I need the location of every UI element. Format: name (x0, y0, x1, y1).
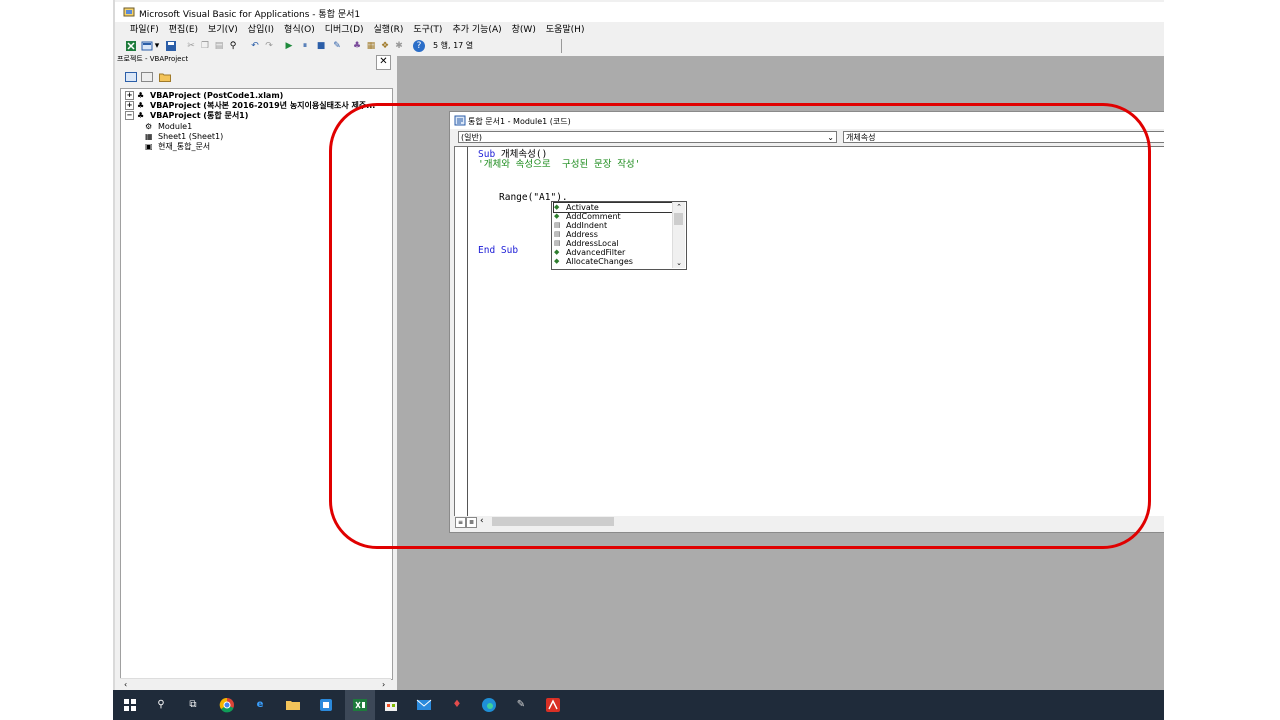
menu-file[interactable]: 파일(F) (125, 22, 164, 38)
desktop-right-area (1164, 0, 1280, 690)
menu-edit[interactable]: 편집(E) (164, 22, 203, 38)
menu-tools[interactable]: 도구(T) (408, 22, 447, 38)
object-browser-icon[interactable]: ❖ (379, 40, 391, 52)
tree-item-copy-project[interactable]: + ♣ VBAProject (복사본 2016-2019년 농지이용실태조사 제주… (125, 101, 375, 111)
search-icon[interactable]: ⚲ (153, 697, 169, 713)
run-icon[interactable]: ▶ (283, 40, 295, 52)
tree-item-label: VBAProject (PostCode1.xlam) (150, 91, 284, 100)
undo-icon[interactable]: ↶ (249, 40, 261, 52)
menu-addins[interactable]: 추가 기능(A) (447, 22, 506, 38)
properties-window-icon[interactable]: ▦ (365, 40, 377, 52)
tree-item-module1[interactable]: ⚙ Module1 (145, 122, 192, 132)
tree-item-label: VBAProject (복사본 2016-2019년 농지이용실태조사 제주..… (150, 101, 376, 110)
reset-icon[interactable]: ■ (315, 40, 327, 52)
tree-item-sheet1[interactable]: ▦ Sheet1 (Sheet1) (145, 132, 223, 142)
cursor-position: 5 행, 17 열 (433, 41, 474, 50)
menu-bar: 파일(F) 편집(E) 보기(V) 삽입(I) 형식(O) 디버그(D) 실행(R) 도구(T… (115, 22, 1164, 38)
view-code-icon[interactable] (125, 72, 137, 82)
tree-item-workbook1-project[interactable]: − ♣ VBAProject (통합 문서1) (125, 111, 248, 121)
paste-icon[interactable]: ▤ (213, 40, 225, 52)
paint-icon[interactable]: ✎ (513, 697, 529, 713)
chrome-icon[interactable] (219, 697, 235, 713)
menu-help[interactable]: 도움말(H) (541, 22, 590, 38)
project-explorer-icon[interactable]: ♣ (351, 40, 363, 52)
module-icon: ⚙ (145, 122, 153, 131)
edge-legacy-icon[interactable]: e (252, 697, 268, 713)
app-icon[interactable]: ♦ (449, 697, 465, 713)
menu-debug[interactable]: 디버그(D) (320, 22, 369, 38)
dropdown-arrow-icon[interactable]: ▾ (154, 40, 160, 52)
tree-item-label: Sheet1 (Sheet1) (158, 132, 224, 141)
taskbar: ⚲ ⧉ e ♦ ✎ (113, 690, 1164, 720)
store-icon[interactable] (383, 697, 399, 713)
vba-app-icon (123, 7, 135, 17)
desktop-left-area (0, 0, 115, 690)
view-excel-icon[interactable] (125, 40, 137, 52)
expand-icon[interactable]: + (125, 91, 134, 100)
app-icon[interactable] (318, 697, 334, 713)
task-view-icon[interactable]: ⧉ (185, 697, 201, 713)
copy-icon[interactable]: ❐ (199, 40, 211, 52)
collapse-icon[interactable]: − (125, 111, 134, 120)
menu-format[interactable]: 형식(O) (279, 22, 320, 38)
tree-item-label: 현재_통합_문서 (158, 142, 211, 151)
cut-icon[interactable]: ✂ (185, 40, 197, 52)
vba-project-icon: ♣ (137, 91, 145, 100)
mail-icon[interactable] (416, 697, 432, 713)
scroll-right-icon[interactable]: › (382, 679, 385, 690)
redo-icon[interactable]: ↷ (263, 40, 275, 52)
red-highlight-annotation (329, 103, 1151, 549)
workbook-icon: ▣ (145, 142, 153, 151)
scroll-left-icon[interactable]: ‹ (124, 679, 127, 690)
design-mode-icon[interactable]: ✎ (331, 40, 343, 52)
tree-item-label: Module1 (158, 122, 193, 131)
project-explorer-title: 프로젝트 - VBAProject (117, 55, 189, 63)
vba-project-icon: ♣ (137, 111, 145, 120)
help-icon[interactable]: ? (413, 40, 425, 52)
insert-module-icon[interactable] (141, 40, 153, 52)
tree-item-label: VBAProject (통합 문서1) (150, 111, 249, 120)
sheet-icon: ▦ (145, 132, 153, 141)
project-explorer-toolbar (117, 68, 393, 86)
edge-icon[interactable] (481, 697, 497, 713)
menu-run[interactable]: 실행(R) (369, 22, 409, 38)
tree-item-postcode-project[interactable]: + ♣ VBAProject (PostCode1.xlam) (125, 91, 283, 101)
menu-view[interactable]: 보기(V) (203, 22, 243, 38)
project-tree-hscrollbar[interactable]: ‹ › (120, 678, 391, 690)
excel-icon[interactable] (352, 697, 368, 713)
toolbar-grip[interactable] (561, 39, 568, 53)
acrobat-icon[interactable] (545, 697, 561, 713)
menu-window[interactable]: 창(W) (507, 22, 541, 38)
menu-insert[interactable]: 삽입(I) (243, 22, 279, 38)
expand-icon[interactable]: + (125, 101, 134, 110)
toggle-folders-icon[interactable] (159, 72, 171, 82)
vba-project-icon: ♣ (137, 101, 145, 110)
file-explorer-icon[interactable] (285, 697, 301, 713)
break-icon[interactable]: ⏸ (299, 40, 311, 52)
window-title: Microsoft Visual Basic for Applications … (139, 10, 361, 20)
view-object-icon[interactable] (141, 72, 153, 82)
save-icon[interactable] (165, 40, 177, 52)
find-icon[interactable]: ⚲ (227, 40, 239, 52)
title-bar: Microsoft Visual Basic for Applications … (115, 2, 1164, 22)
toolbox-icon[interactable]: ✱ (393, 40, 405, 52)
standard-toolbar: ▾ ✂ ❐ ▤ ⚲ ↶ ↷ ▶ ⏸ ■ ✎ ♣ ▦ ❖ ✱ ? 5 행, 17 … (115, 38, 570, 54)
tree-item-thisworkbook[interactable]: ▣ 현재_통합_문서 (145, 142, 210, 152)
start-icon[interactable] (122, 697, 138, 713)
